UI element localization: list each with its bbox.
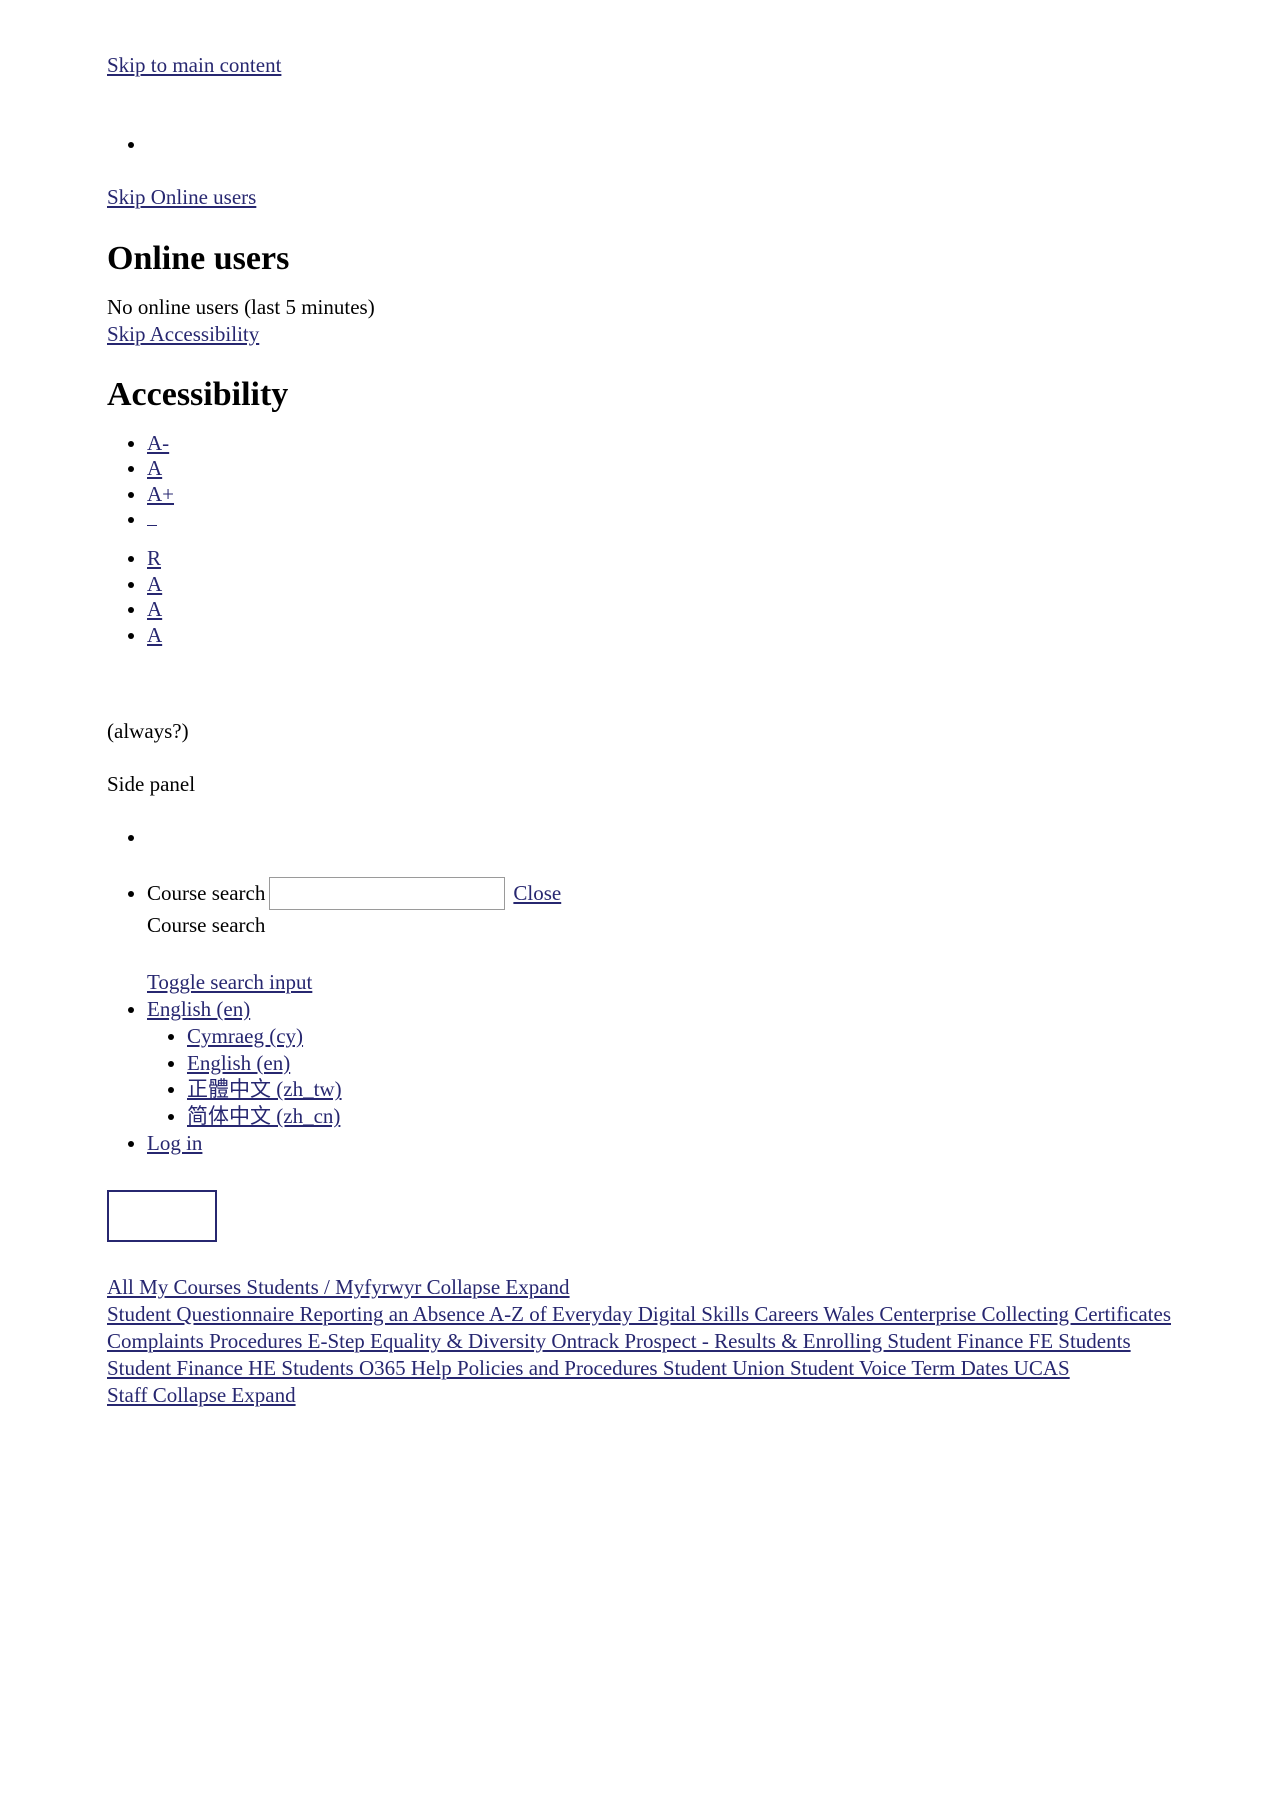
decrease-font-size-link[interactable]: A-	[147, 431, 169, 457]
login-menu-item: Log in	[147, 1130, 1280, 1157]
course-search-label: Course search	[147, 881, 266, 906]
language-menu-options-list: Cymraeg (cy) English (en) 正體中文 (zh_tw) 简…	[147, 1023, 1280, 1131]
language-menu-current-link[interactable]: English (en)	[147, 997, 250, 1021]
list-item: Cymraeg (cy)	[187, 1023, 1280, 1050]
list-item: A	[147, 572, 1280, 598]
list-item: A	[147, 623, 1280, 649]
accessibility-colour-scheme-list: R A A A	[107, 546, 1280, 648]
reset-font-size-link[interactable]: A	[147, 456, 162, 482]
list-item	[147, 507, 1280, 533]
accessibility-heading: Accessibility	[107, 376, 289, 414]
course-search-input[interactable]	[269, 877, 506, 911]
language-option-zh-cn[interactable]: 简体中文 (zh_cn)	[187, 1104, 340, 1128]
accessibility-block: Accessibility A- A A+ R A A	[0, 375, 1280, 798]
skip-to-main-content-wrapper: Skip to main content	[0, 52, 1280, 79]
language-option-zh-tw[interactable]: 正體中文 (zh_tw)	[187, 1077, 342, 1101]
log-in-link[interactable]: Log in	[147, 1131, 202, 1155]
header-nav-list: Course search Close Course search Toggle…	[107, 824, 1280, 1157]
top-nav-list-wrapper	[0, 131, 1280, 158]
footer-nav: All My Courses Students / Myfyrwyr Colla…	[0, 1274, 1280, 1408]
colour-scheme-a-link[interactable]: A	[147, 572, 162, 598]
list-item: 正體中文 (zh_tw)	[187, 1076, 1280, 1103]
footer-nav-line-student-links[interactable]: Student Questionnaire Reporting an Absen…	[107, 1301, 1185, 1382]
toggle-search-input-link[interactable]: Toggle search input	[147, 970, 312, 994]
course-search-item: Course search Close Course search Toggle…	[147, 877, 1280, 996]
side-panel-label: Side panel	[107, 772, 196, 797]
header-nav-block: Course search Close Course search Toggle…	[0, 824, 1280, 1157]
blank-accessibility-link[interactable]	[147, 511, 157, 527]
footer-nav-line-all-my-courses[interactable]: All My Courses Students / Myfyrwyr Colla…	[107, 1274, 1185, 1301]
skip-online-users-link[interactable]: Skip Online users	[107, 185, 256, 209]
list-item: A+	[147, 482, 1280, 508]
online-users-block: Online users No online users (last 5 min…	[0, 239, 1280, 348]
list-item: A	[147, 597, 1280, 623]
language-option-en[interactable]: English (en)	[187, 1051, 290, 1075]
language-menu-item: English (en) Cymraeg (cy) English (en) 正…	[147, 996, 1280, 1130]
skip-to-main-content-link[interactable]: Skip to main content	[107, 53, 281, 77]
reset-colour-scheme-link[interactable]: R	[147, 546, 161, 572]
language-option-cy[interactable]: Cymraeg (cy)	[187, 1024, 303, 1048]
increase-font-size-link[interactable]: A+	[147, 482, 174, 508]
course-search-secondary-label: Course search	[147, 913, 266, 938]
colour-scheme-c-link[interactable]: A	[147, 623, 162, 649]
top-nav-empty-item[interactable]	[147, 131, 1280, 158]
list-item: A-	[147, 431, 1280, 457]
header-nav-empty-item[interactable]	[147, 824, 1280, 851]
list-item: 简体中文 (zh_cn)	[187, 1103, 1280, 1130]
page-root: Skip to main content Skip Online users O…	[0, 0, 1280, 1408]
footer-nav-line-staff[interactable]: Staff Collapse Expand	[107, 1382, 1185, 1409]
accessibility-font-size-list: A- A A+	[107, 431, 1280, 533]
site-logo-placeholder[interactable]	[107, 1190, 217, 1243]
online-users-status: No online users (last 5 minutes)	[107, 294, 375, 319]
skip-online-users-wrapper: Skip Online users	[0, 184, 1280, 211]
course-search-row: Course search Close	[147, 877, 1280, 911]
online-users-heading: Online users	[107, 239, 290, 277]
list-item: R	[147, 546, 1280, 572]
list-item: A	[147, 456, 1280, 482]
top-nav-list	[107, 131, 1280, 158]
skip-accessibility-link[interactable]: Skip Accessibility	[107, 322, 259, 346]
close-search-link[interactable]: Close	[513, 880, 561, 907]
list-item: English (en)	[187, 1050, 1280, 1077]
colour-scheme-b-link[interactable]: A	[147, 597, 162, 623]
accessibility-note: (always?)	[107, 719, 189, 744]
toggle-search-row: Toggle search input	[147, 969, 1280, 996]
